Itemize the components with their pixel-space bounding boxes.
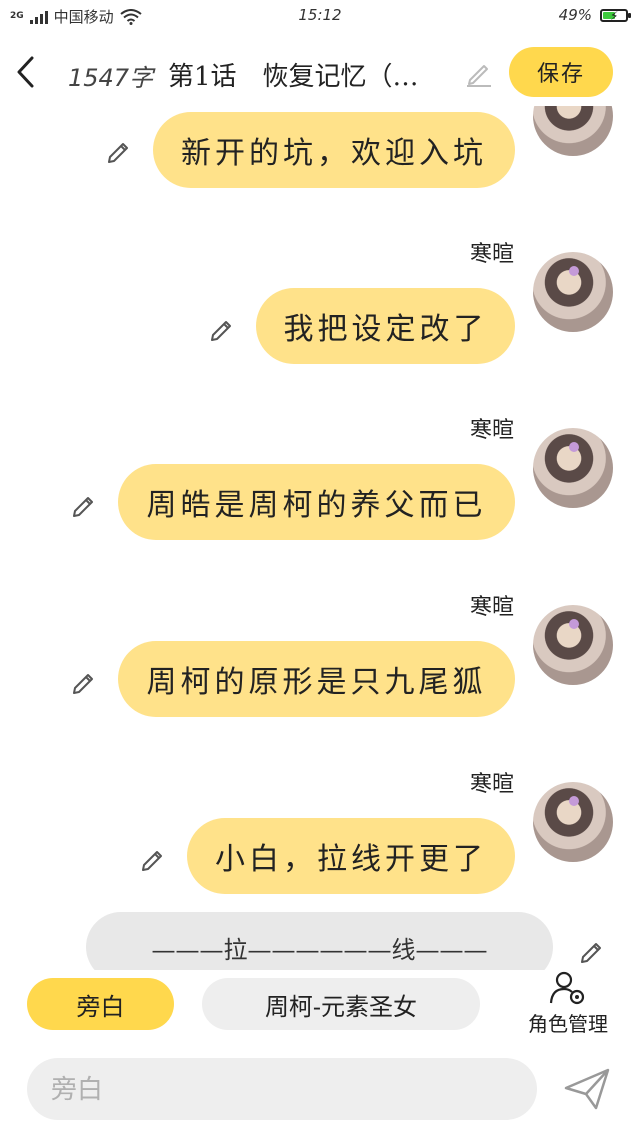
battery-percent: 49% [558, 6, 592, 24]
message-bubble[interactable]: 小白，拉线开更了 [187, 818, 515, 894]
pencil-icon[interactable] [208, 314, 236, 342]
save-button[interactable]: 保存 [509, 47, 613, 97]
avatar-flower [569, 619, 579, 629]
speaker-name: 寒暄 [469, 418, 514, 443]
editor-header: 1547字 第1话 恢复记忆（… 保存 [0, 36, 640, 106]
clock: 15:12 [298, 6, 342, 24]
avatar[interactable] [533, 782, 613, 862]
avatar-flower [569, 266, 579, 276]
message-input[interactable] [49, 1058, 513, 1122]
pencil-icon[interactable] [105, 136, 133, 164]
pencil-icon[interactable] [70, 490, 98, 518]
avatar[interactable] [533, 605, 613, 685]
status-bar: 2G 中国移动 15:12 49% ⚡ [0, 0, 640, 34]
chat-message: 新开的坑，欢迎入坑 [0, 106, 640, 190]
title-pencil-icon[interactable] [464, 58, 494, 88]
charging-bolt-icon: ⚡ [610, 8, 619, 23]
chat-message: 寒暄 周柯的原形是只九尾狐 [0, 579, 640, 729]
avatar[interactable] [533, 428, 613, 508]
chat-message: 寒暄 小白，拉线开更了 [0, 756, 640, 906]
role-character-chip[interactable]: 周柯-元素圣女 [202, 978, 480, 1030]
message-input-wrapper [27, 1058, 537, 1122]
message-bubble[interactable]: 新开的坑，欢迎入坑 [153, 112, 515, 188]
battery-icon: ⚡ [600, 8, 631, 23]
speaker-name: 寒暄 [469, 772, 514, 797]
pencil-icon[interactable] [139, 844, 167, 872]
avatar[interactable] [533, 252, 613, 332]
pencil-icon[interactable] [578, 936, 606, 964]
role-narrator-chip[interactable]: 旁白 [27, 978, 174, 1030]
pencil-icon[interactable] [70, 667, 98, 695]
role-manage-label: 角色管理 [528, 1012, 608, 1036]
speaker-name: 寒暄 [469, 595, 514, 620]
user-gear-icon [549, 971, 585, 1005]
role-manage-button[interactable]: 角色管理 [518, 970, 618, 1036]
speaker-name: 寒暄 [469, 242, 514, 267]
chapter-title[interactable]: 第1话 恢复记忆（… [168, 56, 458, 93]
message-bubble[interactable]: 周皓是周柯的养父而已 [118, 464, 515, 540]
narration-bubble[interactable]: ———拉——————线——— [86, 912, 553, 970]
word-count: 1547字 [68, 64, 154, 92]
send-icon[interactable] [562, 1066, 612, 1112]
status-right: 49% ⚡ [558, 6, 631, 24]
back-icon[interactable] [12, 54, 42, 90]
message-bubble[interactable]: 我把设定改了 [256, 288, 515, 364]
avatar-flower [569, 796, 579, 806]
role-bar: 旁白 周柯-元素圣女 角色管理 [0, 970, 640, 1044]
chat-message: 寒暄 周皓是周柯的养父而已 [0, 402, 640, 552]
chat-list[interactable]: 新开的坑，欢迎入坑 寒暄 我把设定改了 寒暄 周皓是周柯的养父而已 寒暄 周柯的… [0, 106, 640, 970]
avatar-flower [569, 442, 579, 452]
chat-message: 寒暄 我把设定改了 [0, 226, 640, 376]
avatar[interactable] [533, 106, 613, 156]
message-bubble[interactable]: 周柯的原形是只九尾狐 [118, 641, 515, 717]
